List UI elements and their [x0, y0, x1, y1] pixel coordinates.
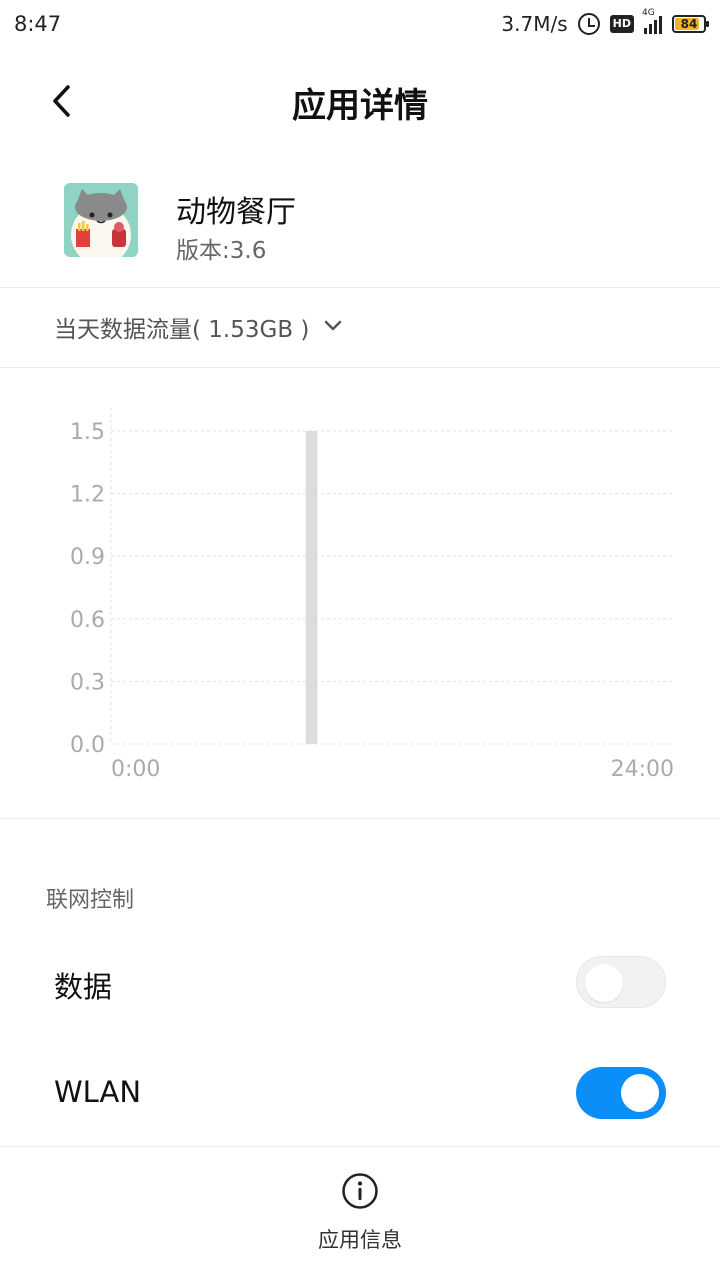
data-usage-label: 当天数据流量( 1.53GB ) — [54, 317, 310, 343]
usage-bar — [305, 431, 318, 744]
wlan-label: WLAN — [54, 1075, 142, 1109]
alarm-icon — [577, 13, 600, 35]
net-speed: 3.7M/s — [501, 12, 568, 36]
hd-icon: HD — [609, 15, 634, 33]
app-version: 版本:3.6 — [176, 238, 267, 264]
app-details-page: 8:47 3.7M/s HD 4G 84 应用详情 动物餐厅 版本:3.6 当天… — [0, 0, 720, 1280]
divider — [0, 818, 720, 819]
battery-level: 84 — [680, 17, 698, 31]
toggle-knob — [585, 964, 623, 1002]
page-title: 应用详情 — [292, 85, 428, 126]
y-tick-label: 1.2 — [70, 483, 105, 508]
info-icon — [341, 1172, 379, 1214]
chevron-down-icon — [323, 318, 343, 337]
mobile-data-row: 数据 — [0, 942, 720, 1022]
mobile-data-toggle[interactable] — [576, 956, 666, 1008]
network-control-title: 联网控制 — [46, 888, 135, 913]
network-type: 4G — [642, 8, 655, 18]
y-tick-label: 0.0 — [70, 733, 105, 758]
cat-app-icon — [64, 183, 138, 257]
signal-icon: 4G — [642, 8, 662, 34]
status-icons: 3.7M/s HD 4G 84 — [501, 8, 709, 36]
divider — [0, 287, 720, 288]
wlan-row: WLAN — [0, 1053, 720, 1133]
x-tick-label-start: 0:00 — [111, 757, 160, 782]
status-bar: 8:47 3.7M/s HD 4G 84 — [0, 0, 720, 48]
chevron-left-icon — [53, 85, 70, 117]
header: 应用详情 — [0, 58, 720, 146]
data-usage-chart: 0.0 0.3 0.6 0.9 1.2 1.5 0:00 24:00 — [70, 408, 674, 782]
back-button[interactable] — [38, 76, 88, 126]
y-tick-label: 0.6 — [70, 608, 105, 633]
app-info-label: 应用信息 — [318, 1228, 402, 1252]
y-tick-label: 1.5 — [70, 420, 105, 445]
x-tick-label-end: 24:00 — [611, 757, 674, 782]
battery-icon: 84 — [672, 15, 709, 33]
app-name: 动物餐厅 — [176, 195, 296, 230]
app-info-button[interactable]: 应用信息 — [0, 1172, 720, 1262]
status-time: 8:47 — [14, 12, 62, 36]
divider — [0, 367, 720, 368]
y-tick-label: 0.3 — [70, 670, 105, 695]
y-tick-label: 0.9 — [70, 545, 105, 570]
app-info: 动物餐厅 版本:3.6 — [0, 175, 720, 285]
wlan-toggle[interactable] — [576, 1067, 666, 1119]
toggle-knob — [621, 1074, 659, 1112]
mobile-data-label: 数据 — [54, 970, 113, 1004]
divider — [0, 1146, 720, 1147]
data-usage-dropdown[interactable]: 当天数据流量( 1.53GB ) — [54, 310, 343, 344]
